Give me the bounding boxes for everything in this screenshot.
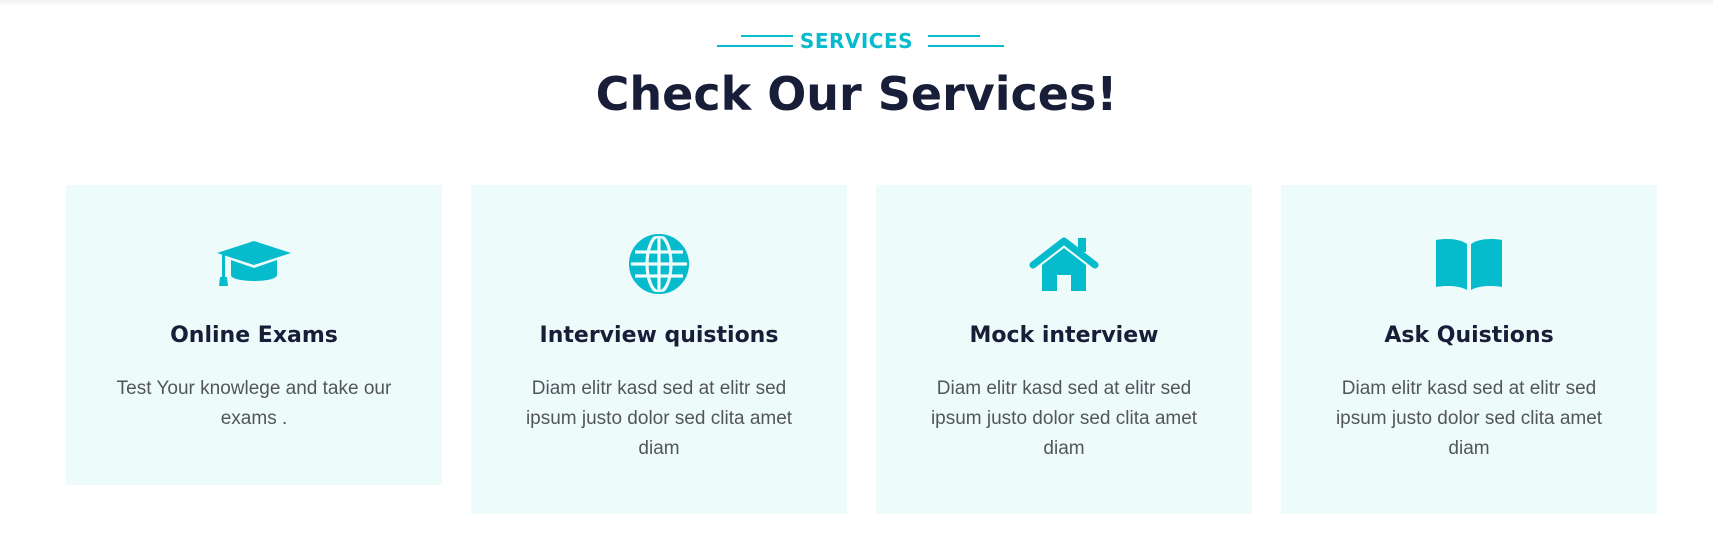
- service-description: Test Your knowlege and take our exams .: [116, 378, 392, 429]
- graduation-cap-icon: [66, 235, 442, 293]
- service-card-online-exams[interactable]: Online Exams Test Your knowlege and take…: [66, 185, 442, 485]
- section-header: SERVICES: [0, 26, 1713, 56]
- page-title: Check Our Services!: [595, 67, 1118, 121]
- service-title: Online Exams: [170, 323, 338, 348]
- book-open-icon: [1281, 235, 1657, 293]
- service-title: Mock interview: [969, 323, 1159, 348]
- service-card-interview-questions[interactable]: Interview quistions Diam elitr kasd sed …: [471, 185, 847, 514]
- service-description: Diam elitr kasd sed at elitr sed ipsum j…: [525, 378, 793, 459]
- service-title: Interview quistions: [539, 323, 779, 348]
- service-description: Diam elitr kasd sed at elitr sed ipsum j…: [930, 378, 1198, 459]
- service-card-mock-interview[interactable]: Mock interview Diam elitr kasd sed at el…: [876, 185, 1252, 514]
- section-eyebrow: SERVICES: [799, 29, 914, 53]
- header-shadow: [0, 0, 1713, 6]
- service-description: Diam elitr kasd sed at elitr sed ipsum j…: [1335, 378, 1603, 459]
- globe-icon: [471, 234, 847, 294]
- eyebrow-decoration-right: [928, 35, 1004, 47]
- service-card-ask-questions[interactable]: Ask Quistions Diam elitr kasd sed at eli…: [1281, 185, 1657, 514]
- home-icon: [876, 235, 1252, 293]
- service-title: Ask Quistions: [1384, 323, 1554, 348]
